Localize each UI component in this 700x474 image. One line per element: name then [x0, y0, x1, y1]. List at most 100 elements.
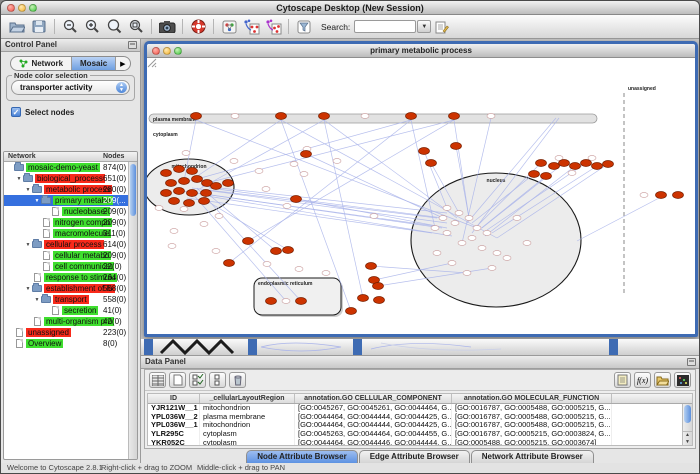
graph-node-selected[interactable]	[603, 161, 614, 168]
help-icon[interactable]	[187, 17, 209, 37]
graph-node-small[interactable]	[283, 204, 291, 209]
column-header[interactable]: _cellularLayoutRegion	[200, 394, 295, 403]
graph-node-selected[interactable]	[451, 143, 462, 150]
graph-node-small[interactable]	[483, 231, 491, 236]
apply-layout-icon[interactable]	[240, 17, 262, 37]
graph-node-selected[interactable]	[276, 113, 287, 120]
region-plasma-membrane[interactable]	[149, 114, 597, 123]
graph-node-selected[interactable]	[319, 113, 330, 120]
graph-node-selected[interactable]	[187, 168, 198, 175]
graph-node-small[interactable]	[465, 216, 473, 221]
zoom-in-icon[interactable]	[81, 17, 103, 37]
graph-node-selected[interactable]	[529, 171, 540, 178]
graph-node-selected[interactable]	[243, 238, 254, 245]
tree-row-metabolic-process[interactable]: ▼metabolic process280(0)	[4, 184, 137, 195]
graph-node-selected[interactable]	[271, 248, 282, 255]
zoom-selected-icon[interactable]	[103, 17, 125, 37]
table-scroll-arrows[interactable]: ▲▼	[683, 431, 692, 445]
tree-row-unassigned[interactable]: unassigned223(0)	[4, 327, 137, 338]
graph-node-small[interactable]	[443, 206, 451, 211]
tree-row-nucleobase-[interactable]: nucleobase-209(0)	[4, 206, 137, 217]
graph-node-small[interactable]	[263, 262, 271, 267]
graph-node-small[interactable]	[290, 162, 298, 167]
graph-node-small[interactable]	[478, 246, 486, 251]
force-layout-icon[interactable]	[262, 17, 284, 37]
graph-node-small[interactable]	[155, 206, 163, 211]
graph-node-small[interactable]	[588, 156, 596, 161]
graph-node-small[interactable]	[503, 256, 511, 261]
graph-node-selected[interactable]	[199, 198, 210, 205]
function-builder-icon[interactable]: f(x)	[634, 372, 651, 388]
network-canvas[interactable]: plasma membranecytoplasmmitochondrionnuc…	[147, 58, 695, 334]
float-panel-icon[interactable]	[687, 358, 696, 366]
graph-node-selected[interactable]	[192, 176, 203, 183]
search-options-dropdown[interactable]: ▼	[417, 20, 431, 33]
graph-node-small[interactable]	[431, 226, 439, 231]
graph-node-selected[interactable]	[161, 190, 172, 197]
search-input[interactable]	[354, 20, 416, 33]
table-row[interactable]: YPL036W__2plasma membrane[GO:0044464, GO…	[148, 413, 692, 422]
region-nucleus[interactable]	[411, 173, 581, 307]
graph-node-selected[interactable]	[549, 163, 560, 170]
zoom-out-icon[interactable]	[59, 17, 81, 37]
tab-edge-attribute-browser[interactable]: Edge Attribute Browser	[359, 450, 470, 463]
graph-node-selected[interactable]	[161, 170, 172, 177]
graph-node-small[interactable]	[487, 114, 495, 119]
table-row[interactable]: YLR295Ccytoplasm[GO:0045263, GO:0044464,…	[148, 430, 692, 439]
attribute-matrix-icon[interactable]	[674, 372, 691, 388]
graph-node-small[interactable]	[361, 114, 369, 119]
graph-node-small[interactable]	[333, 159, 341, 164]
annotation-icon[interactable]	[431, 17, 453, 37]
more-tabs-arrow-icon[interactable]: ▶	[116, 57, 129, 70]
graph-node-selected[interactable]	[301, 151, 312, 158]
graph-node-selected[interactable]	[406, 113, 417, 120]
graph-node-small[interactable]	[231, 114, 239, 119]
zoom-fit-icon[interactable]	[125, 17, 147, 37]
graph-node-selected[interactable]	[570, 163, 581, 170]
graph-node-small[interactable]	[322, 271, 330, 276]
tree-scroll-thumb[interactable]	[130, 164, 136, 216]
attribute-table-icon[interactable]	[149, 372, 166, 388]
tree-row-response-to-stimulu[interactable]: response to stimulu264(0)	[4, 272, 137, 283]
vizmapper-icon[interactable]	[218, 17, 240, 37]
graph-node-small[interactable]	[448, 261, 456, 266]
graph-node-small[interactable]	[640, 193, 648, 198]
graph-node-selected[interactable]	[187, 190, 198, 197]
graph-node-selected[interactable]	[656, 192, 667, 199]
save-session-icon[interactable]	[28, 17, 50, 37]
graph-node-small[interactable]	[523, 241, 531, 246]
graph-node-small[interactable]	[200, 222, 208, 227]
filter-icon[interactable]	[293, 17, 315, 37]
graph-node-small[interactable]	[458, 241, 466, 246]
tree-row-transport[interactable]: ▼transport558(0)	[4, 294, 137, 305]
graph-node-selected[interactable]	[373, 283, 384, 290]
graph-node-selected[interactable]	[283, 247, 294, 254]
graph-node-small[interactable]	[468, 236, 476, 241]
graph-node-small[interactable]	[463, 271, 471, 276]
edit-attribute-icon[interactable]	[614, 372, 631, 388]
table-scroll-thumb[interactable]	[684, 405, 691, 423]
graph-node-selected[interactable]	[179, 178, 190, 185]
column-header[interactable]: annotation.GO CELLULAR_COMPONENT	[295, 394, 452, 403]
graph-node-selected[interactable]	[536, 160, 547, 167]
graph-node-small[interactable]	[451, 221, 459, 226]
expand-arrow-icon[interactable]: ▼	[33, 297, 41, 303]
table-row[interactable]: YJR121W__1mitochondrion[GO:0045267, GO:0…	[148, 404, 692, 413]
table-scrollbar[interactable]: ▲▼	[682, 404, 692, 445]
column-header[interactable]: annotation.GO MOLECULAR_FUNCTION	[452, 394, 612, 403]
graph-node-selected[interactable]	[291, 196, 302, 203]
tree-row-multi-organism-pro[interactable]: multi-organism pro42(0)	[4, 316, 137, 327]
graph-node-selected[interactable]	[166, 180, 177, 187]
select-nodes-row[interactable]: ✓ Select nodes	[11, 107, 140, 117]
graph-node-selected[interactable]	[224, 260, 235, 267]
graph-node-small[interactable]	[182, 151, 190, 156]
graph-node-selected[interactable]	[426, 160, 437, 167]
graph-node-small[interactable]	[262, 187, 270, 192]
graph-node-small[interactable]	[212, 249, 220, 254]
graph-node-selected[interactable]	[358, 295, 369, 302]
tree-row-mosaic-demo-yeast[interactable]: mosaic-demo-yeast874(0)	[4, 162, 137, 173]
graph-node-small[interactable]	[455, 211, 463, 216]
tree-row-cellular-process[interactable]: ▼cellular process614(0)	[4, 239, 137, 250]
graph-node-selected[interactable]	[449, 113, 460, 120]
tree-scrollbar[interactable]	[128, 162, 137, 459]
